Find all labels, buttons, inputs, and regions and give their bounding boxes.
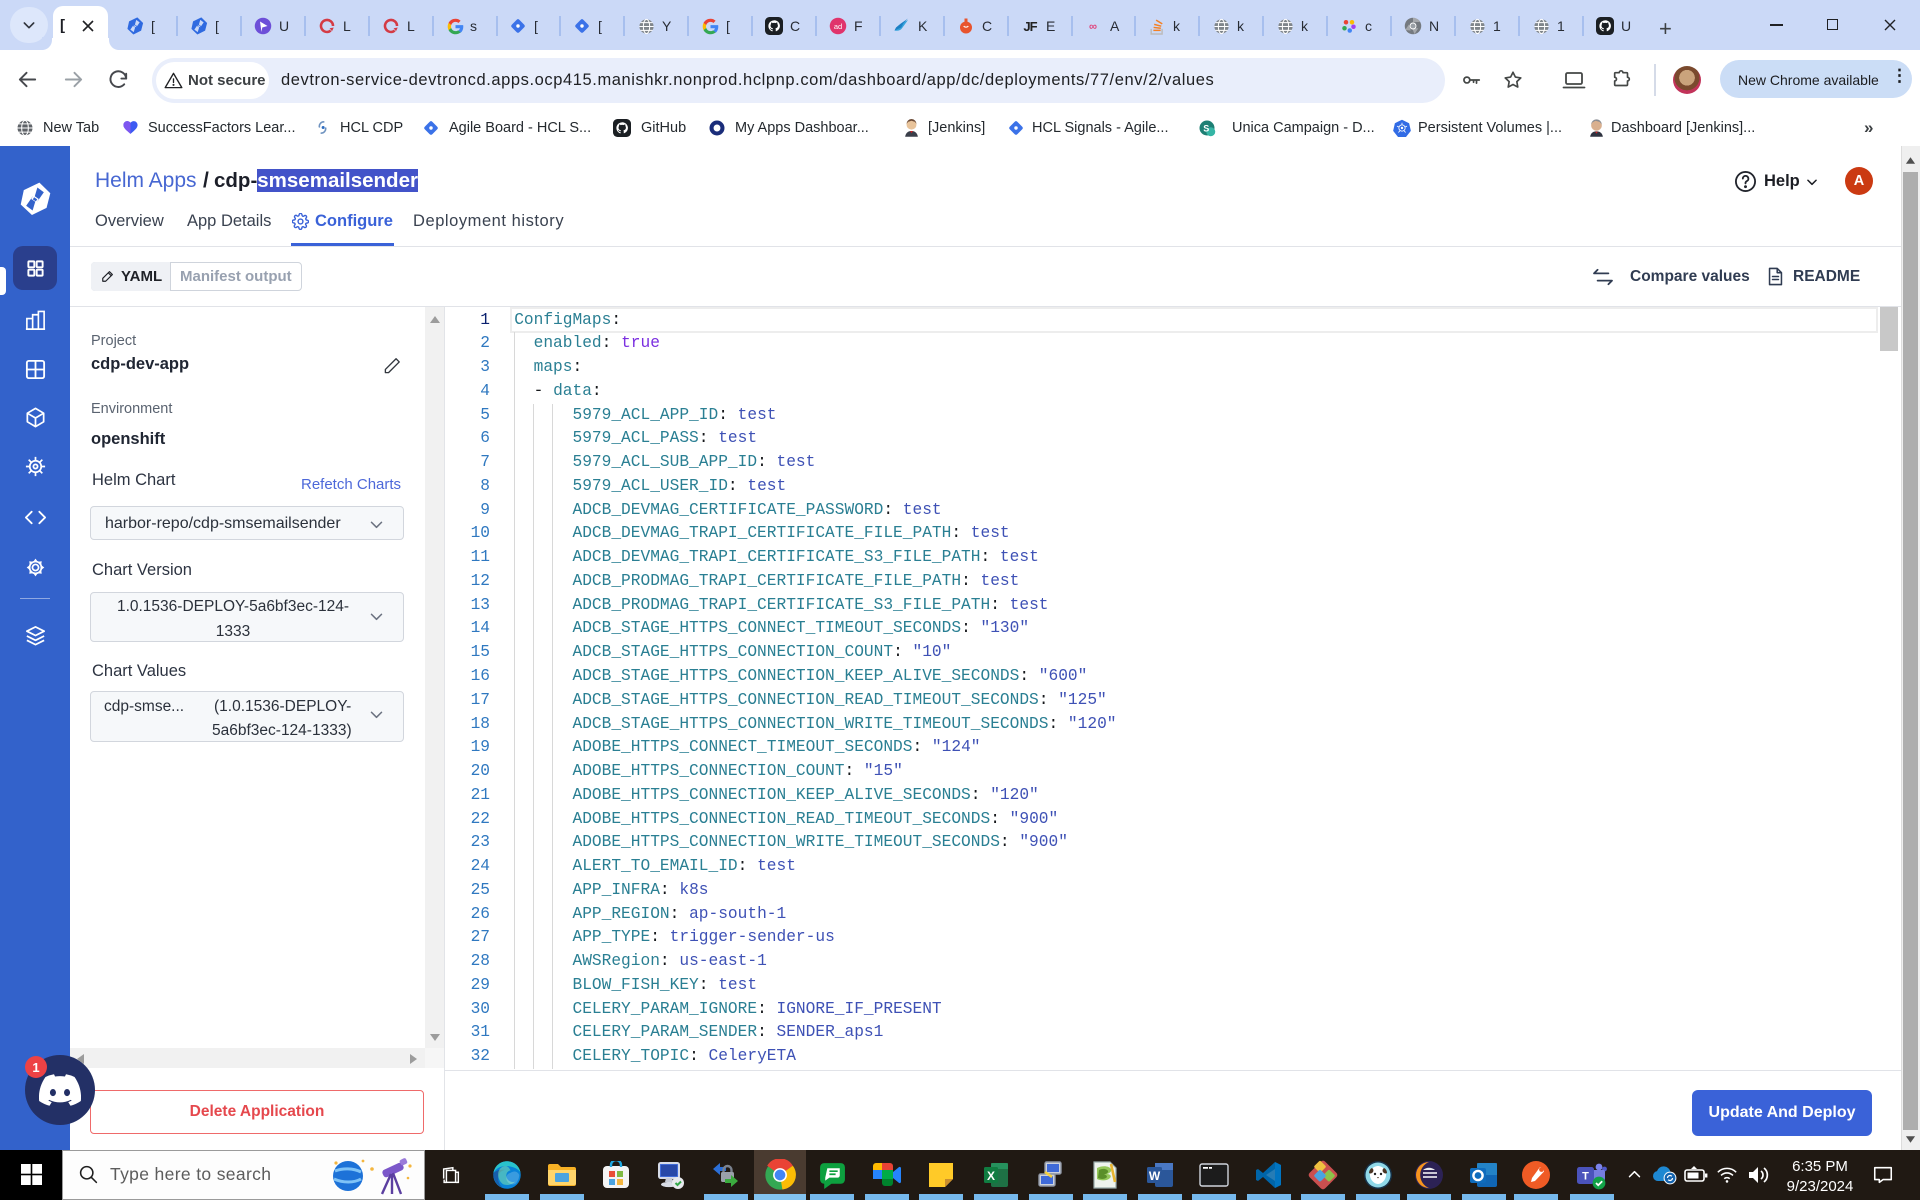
svg-text:W: W: [1149, 1169, 1161, 1183]
svg-text:S: S: [1203, 123, 1209, 133]
svg-text:ad: ad: [834, 22, 842, 31]
svg-text:∞: ∞: [1089, 21, 1097, 33]
svg-text:X: X: [987, 1169, 995, 1183]
svg-text:T: T: [1582, 1171, 1589, 1183]
